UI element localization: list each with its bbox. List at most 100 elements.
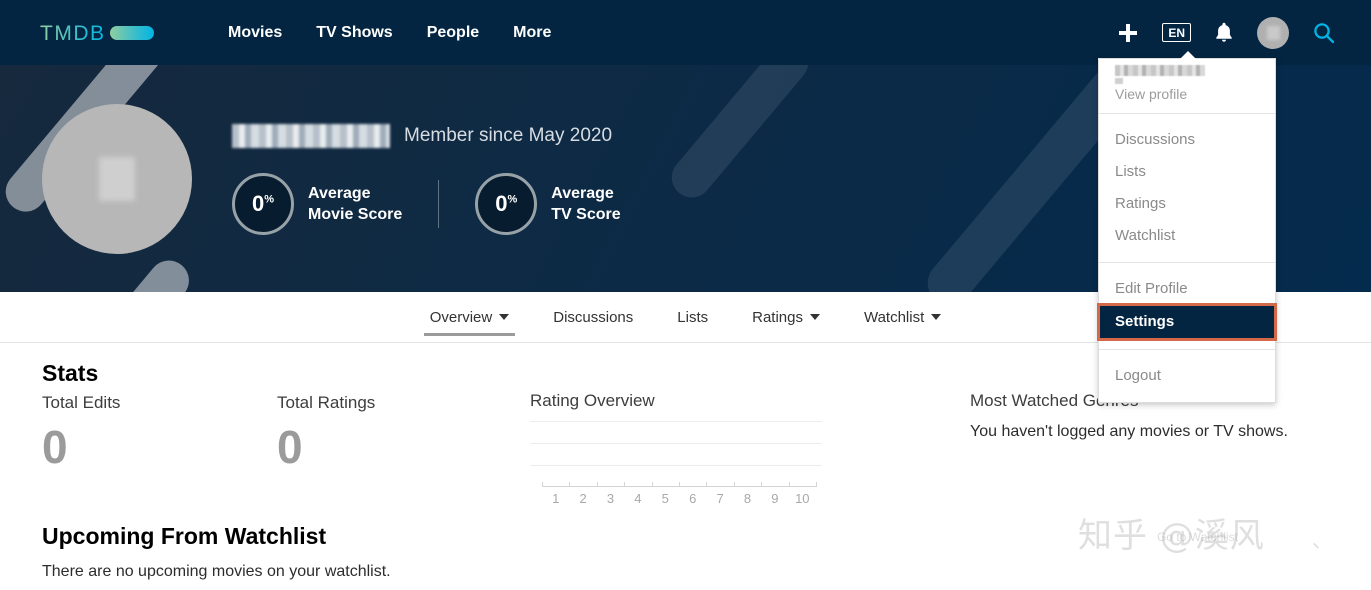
tab-ratings[interactable]: Ratings	[730, 292, 842, 343]
profile-name-row: Member since May 2020	[232, 123, 621, 149]
movie-score-label-line2: Movie Score	[308, 205, 403, 223]
tab-lists-label: Lists	[677, 308, 709, 326]
genres-empty-message: You haven't logged any movies or TV show…	[970, 423, 1288, 440]
menu-item-logout[interactable]: Logout	[1099, 360, 1275, 392]
stats-heading: Stats	[42, 360, 99, 386]
x-axis-tick	[733, 482, 735, 487]
total-edits-value: 0	[42, 421, 68, 473]
upcoming-heading: Upcoming From Watchlist	[42, 523, 327, 549]
menu-item-settings[interactable]: Settings	[1097, 303, 1277, 341]
tv-score-label-line2: TV Score	[551, 205, 621, 223]
movie-score-ring: 0%	[232, 172, 294, 235]
x-axis-label: 9	[771, 491, 779, 506]
tab-discussions-label: Discussions	[553, 308, 634, 326]
tab-watchlist[interactable]: Watchlist	[842, 292, 963, 343]
menu-item-ratings[interactable]: Ratings	[1099, 188, 1275, 220]
total-edits-label: Total Edits	[42, 393, 121, 412]
tab-lists[interactable]: Lists	[655, 292, 730, 343]
stat-total-ratings: Total Ratings 0	[277, 393, 375, 475]
chevron-down-icon	[931, 314, 942, 320]
search-icon[interactable]	[1313, 22, 1335, 44]
x-axis-label: 7	[716, 491, 724, 506]
x-axis-tick-labels: 1 2 3 4 5 6 7 8 9 10	[530, 491, 822, 511]
x-axis-tick	[761, 482, 763, 487]
gridline-3	[530, 465, 822, 466]
member-since-label: Member since May 2020	[404, 124, 613, 146]
nav-link-tv-shows[interactable]: TV Shows	[316, 24, 392, 42]
dropdown-group-two: Edit Profile Settings	[1097, 263, 1277, 349]
language-switcher[interactable]: EN	[1162, 23, 1191, 42]
nav-link-people[interactable]: People	[427, 24, 479, 42]
menu-item-edit-profile[interactable]: Edit Profile	[1099, 273, 1275, 305]
tab-overview-label: Overview	[429, 308, 493, 326]
x-axis-label: 3	[606, 491, 615, 506]
x-axis-label: 1	[552, 491, 560, 506]
rating-overview-chart: Rating Overview 1 2 3 4 5 6 7 8 9 10	[530, 391, 822, 511]
x-axis-label: 10	[795, 491, 810, 506]
x-axis-label: 8	[743, 491, 752, 506]
header-left-group: TMDB Movies TV Shows People More	[0, 23, 551, 43]
x-axis-tick	[596, 482, 598, 487]
chevron-down-icon	[809, 314, 820, 320]
score-summary-row: 0% Average Movie Score 0% Average TV Sco…	[232, 172, 621, 235]
view-profile-link[interactable]: View profile	[1115, 85, 1259, 103]
tab-discussions[interactable]: Discussions	[531, 292, 655, 343]
nav-link-more[interactable]: More	[513, 24, 551, 42]
total-ratings-value: 0	[277, 421, 303, 473]
profile-avatar-glyph	[99, 156, 135, 201]
tmdb-profile-page: TMDB Movies TV Shows People More EN View…	[0, 0, 1371, 590]
x-axis-label: 2	[579, 491, 587, 506]
tv-score-value: 0%	[495, 190, 518, 216]
average-movie-score: 0% Average Movie Score	[232, 172, 402, 235]
menu-item-discussions[interactable]: Discussions	[1099, 124, 1275, 156]
watermark-text: 知乎 @溪风	[1078, 516, 1265, 556]
tmdb-logo[interactable]: TMDB	[40, 23, 194, 43]
svg-text:TMDB: TMDB	[40, 23, 106, 43]
gridline-2	[530, 443, 822, 444]
average-tv-score: 0% Average TV Score	[475, 172, 621, 235]
x-axis-tick	[651, 482, 653, 487]
nav-link-movies[interactable]: Movies	[228, 24, 282, 42]
plus-icon[interactable]	[1118, 23, 1138, 43]
profile-avatar-large	[42, 103, 192, 254]
tab-ratings-label: Ratings	[752, 308, 803, 326]
x-axis-tick	[569, 482, 571, 487]
x-axis-tick	[706, 482, 708, 487]
avatar[interactable]	[1257, 16, 1289, 49]
watermark-subtext: Go to Watchlist	[1157, 530, 1238, 544]
tab-overview[interactable]: Overview	[408, 292, 532, 343]
profile-info: Member since May 2020 0% Average Movie S…	[232, 123, 621, 235]
total-ratings-label: Total Ratings	[277, 393, 376, 412]
x-axis-tick	[624, 482, 626, 487]
x-axis-label: 5	[661, 491, 669, 506]
tab-list: Overview Discussions Lists Ratings Watch…	[408, 292, 964, 343]
dropdown-profile-header[interactable]: View profile	[1099, 59, 1275, 113]
site-header: TMDB Movies TV Shows People More EN	[0, 0, 1371, 65]
dropdown-username-redacted-2	[1115, 78, 1123, 84]
bell-icon[interactable]	[1215, 22, 1233, 43]
stat-total-edits: Total Edits 0	[42, 393, 120, 475]
tv-score-ring: 0%	[475, 172, 538, 235]
gridline-1	[530, 421, 822, 422]
x-axis-tick	[679, 482, 680, 487]
x-axis-tick	[788, 482, 790, 487]
avatar-glyph	[1266, 25, 1280, 40]
x-axis-tick	[816, 482, 817, 487]
rating-overview-plot	[530, 421, 822, 487]
watermark-mark: 、	[1312, 530, 1332, 552]
x-axis-label: 4	[634, 491, 642, 506]
movie-score-label: Average Movie Score	[308, 183, 402, 225]
movie-score-value: 0%	[251, 190, 275, 216]
dropdown-group-one: Discussions Lists Ratings Watchlist	[1099, 114, 1275, 262]
primary-nav: Movies TV Shows People More	[228, 24, 551, 42]
menu-item-watchlist[interactable]: Watchlist	[1099, 220, 1275, 252]
menu-item-lists[interactable]: Lists	[1099, 156, 1275, 188]
dropdown-group-three: Logout	[1099, 350, 1275, 402]
dropdown-username-redacted	[1115, 65, 1205, 76]
movie-score-label-line1: Average	[308, 184, 371, 202]
score-divider	[438, 179, 440, 228]
rating-overview-title: Rating Overview	[530, 391, 655, 410]
header-right-group: EN	[1118, 16, 1371, 49]
tv-score-label: Average TV Score	[551, 183, 620, 225]
x-axis-label: 6	[689, 491, 697, 506]
